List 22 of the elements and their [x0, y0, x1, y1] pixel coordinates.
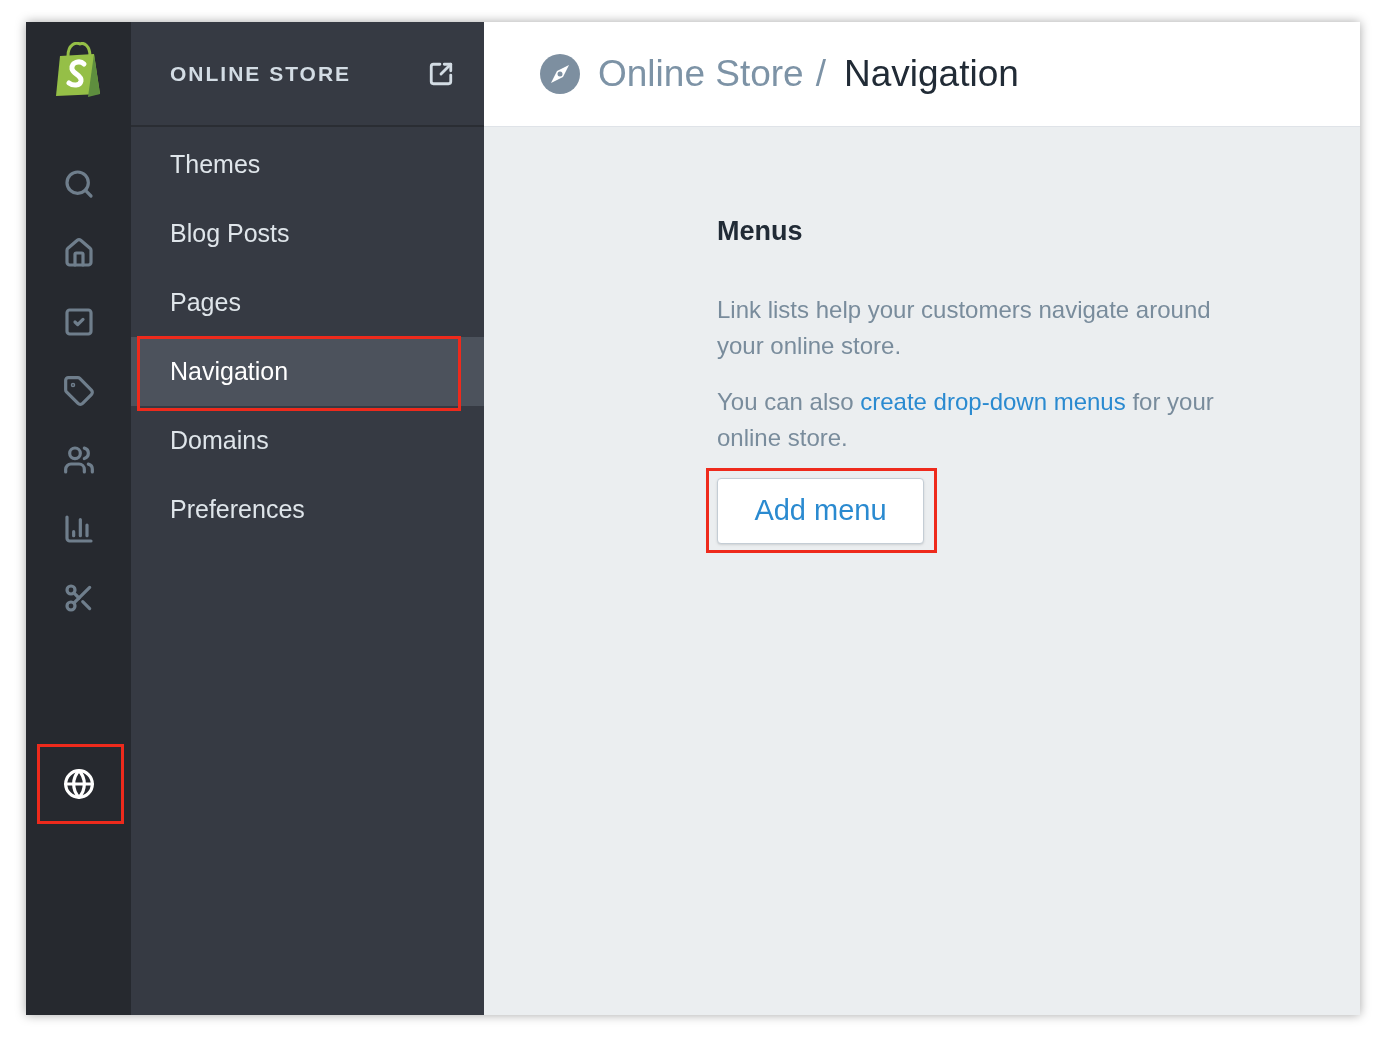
people-icon: [62, 444, 95, 476]
house-icon: [62, 237, 95, 269]
sidebar-title: ONLINE STORE: [170, 60, 352, 87]
description-text: You can also create drop-down menus for your online store.: [717, 386, 1215, 453]
page-title: Navigation: [843, 52, 1019, 97]
description-text: Link lists help your customers navigate around your online store.: [717, 294, 1212, 361]
tag-icon: [62, 375, 95, 407]
breadcrumb-separator: /: [815, 52, 826, 97]
sidebar-item[interactable]: Preferences: [131, 475, 484, 544]
add-menu-button[interactable]: Add menu: [717, 477, 924, 544]
sidebar-item[interactable]: Domains: [131, 406, 484, 475]
compass-icon: [540, 54, 580, 94]
search-icon: [62, 168, 95, 200]
sidebar-item[interactable]: Pages: [131, 268, 484, 337]
sidebar-item[interactable]: Themes: [131, 130, 484, 199]
section-title: Menus: [717, 215, 804, 248]
globe-icon: [62, 768, 95, 800]
sidebar-item[interactable]: Navigation: [131, 337, 484, 406]
external-link-icon[interactable]: [428, 60, 454, 87]
bar-chart-icon: [62, 513, 95, 545]
checkbox-icon: [62, 306, 95, 338]
sidebar-item[interactable]: Blog Posts: [131, 199, 484, 268]
